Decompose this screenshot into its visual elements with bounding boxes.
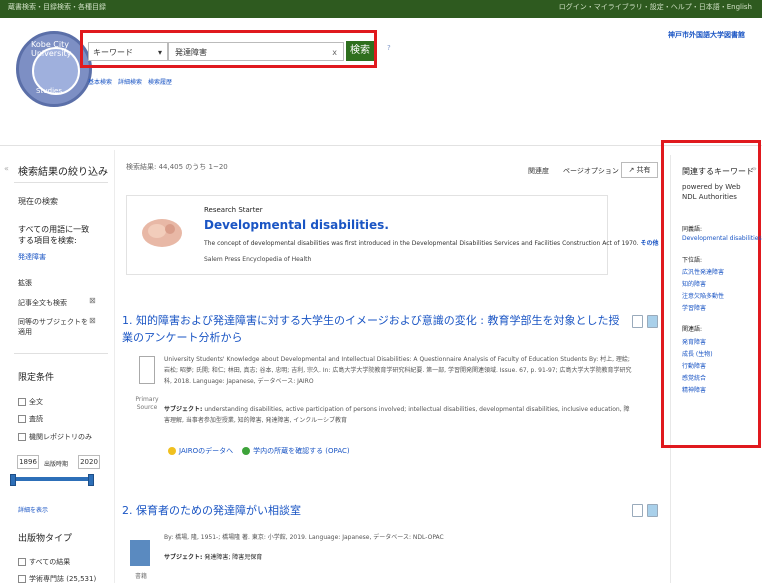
refine-title: 検索結果の絞り込み	[18, 167, 108, 178]
logo-text-bottom: Studies	[36, 87, 62, 95]
result-2-title[interactable]: 2. 保育者のための発達障がい相談室	[122, 502, 301, 518]
result-2-details: By: 橋場, 隆, 1951-; 橋場隆 著. 東京: 小学館, 2019. …	[164, 534, 444, 541]
result-2-tools	[632, 504, 662, 519]
help-icon[interactable]: ?	[387, 44, 391, 52]
checkbox-checked[interactable]	[18, 558, 26, 566]
slider-handle-start[interactable]	[10, 474, 16, 486]
jairo-link[interactable]: JAIROのデータへ	[168, 447, 233, 455]
book-icon	[130, 540, 150, 566]
narrower-term[interactable]: 広汎性発達障害	[682, 267, 724, 276]
opac-link[interactable]: 学内の所蔵を確認する (OPAC)	[242, 447, 350, 455]
limit-peer-reviewed[interactable]: 査読	[18, 414, 43, 424]
result-1-links: JAIROのデータへ 学内の所蔵を確認する (OPAC)	[168, 446, 350, 456]
folder-icon[interactable]	[647, 504, 658, 517]
top-links[interactable]: 蔵書検索・目録検索・各種目録	[8, 2, 106, 12]
year-label: 出版時期	[44, 461, 69, 468]
related-term[interactable]: 行動障害	[682, 361, 706, 370]
show-more-link[interactable]: 詳細を表示	[18, 505, 48, 514]
year-to-input[interactable]: 2020	[78, 455, 100, 469]
result-1-type: Primary Source	[135, 396, 159, 411]
checkbox[interactable]	[18, 575, 26, 583]
research-starter-source: Salem Press Encyclopedia of Health	[204, 256, 312, 263]
narrower-term[interactable]: 学習障害	[682, 303, 706, 312]
sort-relevance[interactable]: 関連度	[528, 166, 549, 176]
related-term[interactable]: 精神障害	[682, 385, 706, 394]
research-starter: Research Starter Developmental disabilit…	[126, 195, 659, 275]
limit-repository[interactable]: 機関レポジトリのみ	[18, 432, 92, 442]
checkbox[interactable]	[18, 398, 26, 406]
research-starter-image	[142, 219, 182, 247]
checkbox[interactable]	[18, 433, 26, 441]
year-slider[interactable]	[10, 474, 94, 486]
remove-icon[interactable]: ⊠	[89, 296, 96, 305]
result-count: 検索結果: 44,405 のうち 1~20	[126, 163, 228, 171]
header-divider	[0, 145, 762, 146]
document-icon	[139, 356, 155, 384]
collapse-icon[interactable]: «	[4, 164, 9, 173]
narrower-term[interactable]: 知的障害	[682, 279, 706, 288]
synonym-label: 同義語:	[682, 226, 703, 233]
narrower-label: 下位語:	[682, 257, 703, 264]
share-icon: ↗	[628, 166, 635, 174]
search-input[interactable]: 発達障害 x	[168, 42, 344, 61]
page-options[interactable]: ページオプション	[563, 166, 619, 176]
preview-icon[interactable]	[632, 315, 643, 328]
chevron-down-icon: ▾	[157, 48, 162, 57]
equivalent-subjects-option: 同等のサブジェクトを適用	[18, 318, 88, 336]
research-starter-desc: The concept of developmental disabilitie…	[204, 240, 659, 247]
pubtype-heading[interactable]: 出版物タイプ	[18, 531, 72, 544]
remove-icon[interactable]: ⊠	[89, 316, 96, 325]
narrower-term[interactable]: 注意欠陥多動性	[682, 291, 724, 300]
divider	[14, 353, 108, 354]
year-from-input[interactable]: 1896	[17, 455, 39, 469]
search-scope-select[interactable]: キーワード ▾	[88, 42, 168, 61]
fulltext-option: 記事全文も検索	[18, 299, 67, 307]
related-term[interactable]: 成長 (生物)	[682, 349, 713, 358]
university-link[interactable]: 神戸市外国語大学図書館	[668, 30, 745, 40]
result-1-title[interactable]: 1. 知的障害および発達障害に対する大学生のイメージおよび意識の変化 : 教育学…	[122, 312, 622, 346]
result-2-type: 書籍	[134, 573, 147, 580]
preview-icon[interactable]	[632, 504, 643, 517]
clear-icon[interactable]: x	[332, 43, 337, 62]
slider-handle-end[interactable]	[88, 474, 94, 486]
synonym-link[interactable]: Developmental disabilities	[682, 235, 762, 242]
related-label: 関連語:	[682, 326, 703, 333]
result-1-details: University Students' Knowledge about Dev…	[164, 356, 632, 385]
sidebar-divider	[114, 150, 115, 583]
folder-icon[interactable]	[647, 315, 658, 328]
result-1-subjects: サブジェクト: understanding disabilities, acti…	[164, 406, 630, 424]
match-all-label: すべての用語に一致する項目を検索:	[18, 225, 90, 245]
search-term-link[interactable]: 発達障害	[18, 252, 46, 262]
search-mode-links[interactable]: 基本検索 詳細検索 検索履歴	[88, 77, 172, 86]
search-button[interactable]: 検索	[346, 41, 374, 61]
limit-heading[interactable]: 限定条件	[18, 370, 54, 383]
pubtype-all[interactable]: すべての結果	[18, 557, 70, 567]
opac-icon	[242, 447, 251, 455]
checkbox[interactable]	[18, 415, 26, 423]
related-term[interactable]: 感覚統合	[682, 373, 706, 382]
user-links[interactable]: ログイン・マイライブラリ・設定・ヘルプ・日本語・English	[559, 2, 752, 12]
related-term[interactable]: 発育障害	[682, 337, 706, 346]
keywords-powered[interactable]: powered by Web NDL Authorities	[682, 182, 756, 202]
expand-label: 拡張	[18, 279, 32, 287]
share-button[interactable]: ↗ 共有	[621, 162, 658, 178]
research-starter-label: Research Starter	[204, 206, 263, 214]
limit-fulltext[interactable]: 全文	[18, 397, 43, 407]
research-starter-title[interactable]: Developmental disabilities.	[204, 218, 389, 232]
current-search-heading[interactable]: 現在の検索	[18, 196, 58, 207]
more-link[interactable]: その他	[641, 240, 659, 247]
result-1-tools	[632, 315, 662, 330]
divider	[14, 182, 108, 183]
keywords-title: 関連するキーワード	[682, 167, 754, 176]
result-2-subjects: サブジェクト: 発達障害; 障害児保育	[164, 554, 263, 561]
jairo-icon	[168, 447, 176, 455]
top-bar: 蔵書検索・目録検索・各種目録 ログイン・マイライブラリ・設定・ヘルプ・日本語・E…	[0, 0, 762, 18]
